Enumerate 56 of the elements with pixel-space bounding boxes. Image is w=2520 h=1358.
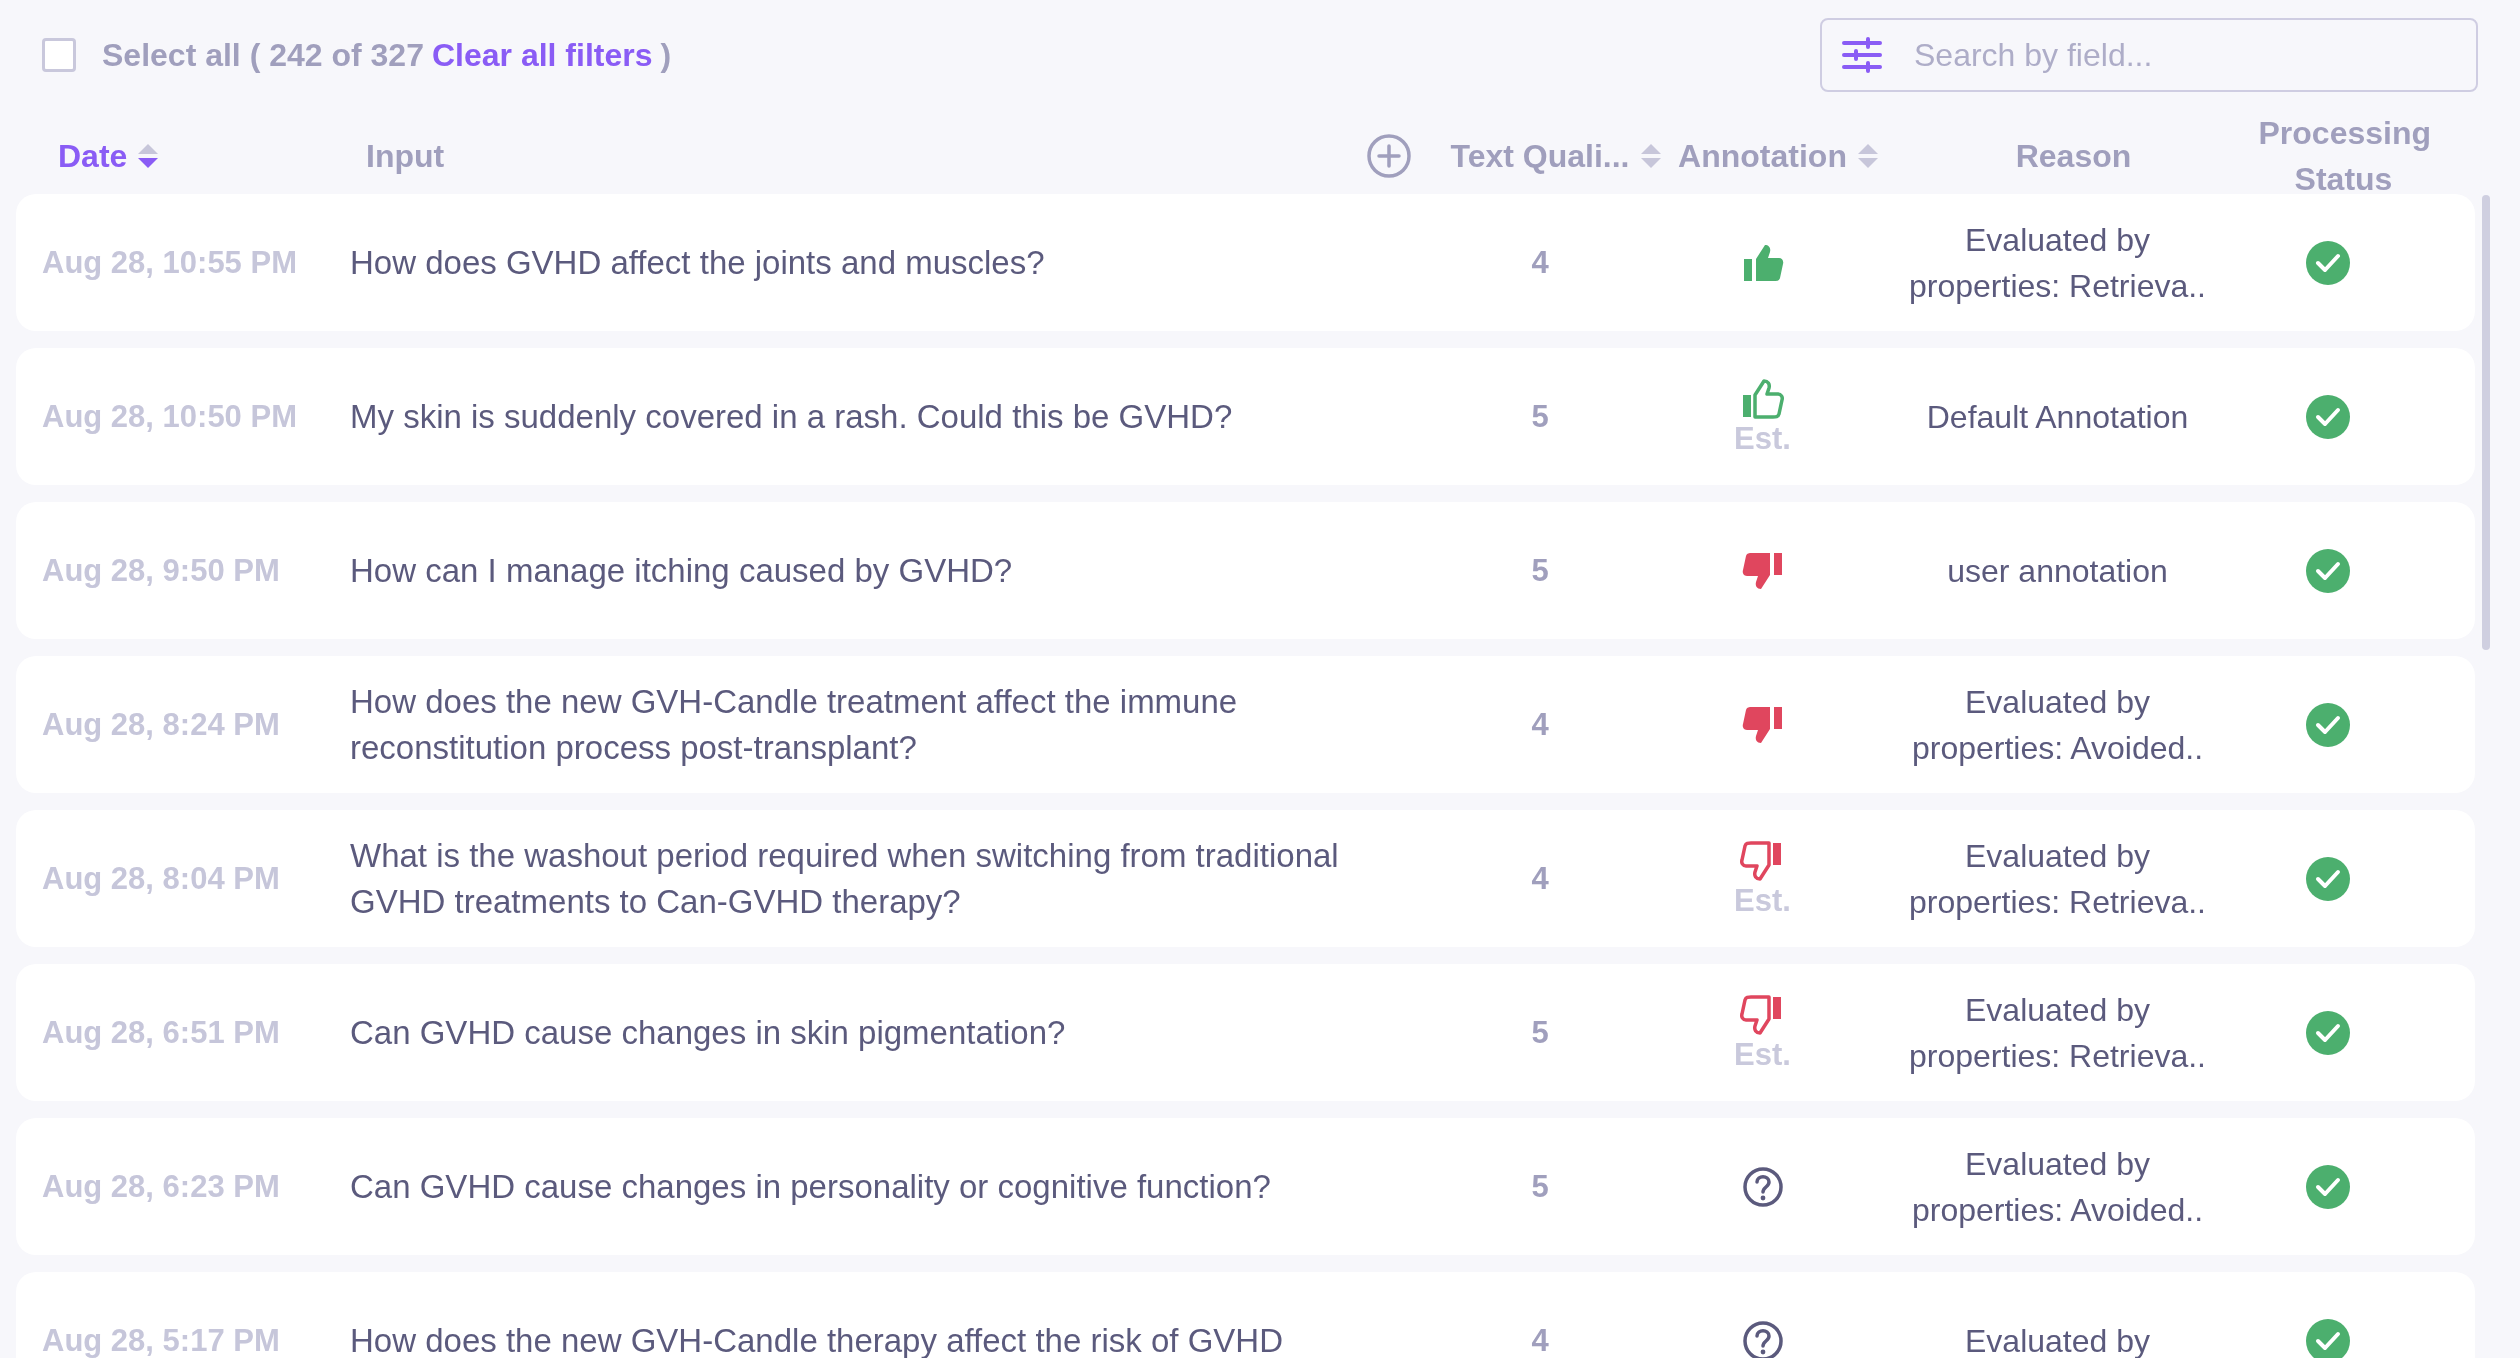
question-icon[interactable]: [1741, 1165, 1784, 1208]
question-icon[interactable]: [1741, 1319, 1784, 1358]
column-header[interactable]: Date: [58, 133, 160, 179]
quality-score: 5: [1531, 552, 1549, 589]
scrollbar[interactable]: [2482, 195, 2490, 650]
input-cell-text: What is the washout period required when switching from traditional GVHD treatments to Can-GVHD therapy?: [350, 835, 1340, 922]
input-cell-text: How can I manage itching caused by GVHD?: [350, 550, 1014, 591]
table-row[interactable]: Aug 28, 6:23 PM Can GVHD cause changes in personality or cognitive function? 5 Evaluated by properties: Avoided..: [16, 1118, 2475, 1255]
sort-icon: [1639, 142, 1662, 170]
quality-score: 5: [1531, 1014, 1549, 1051]
thumbs-up-icon[interactable]: [1740, 376, 1785, 421]
reason-cell-text: Evaluated by properties: Avoided..: [1910, 1144, 2205, 1230]
table-row[interactable]: Aug 28, 5:17 PM How does the new GVH-Candle therapy affect the risk of GVHD 4 Evaluated by: [16, 1272, 2475, 1358]
closing-paren: ): [660, 36, 672, 74]
quality-score: 5: [1531, 1168, 1549, 1205]
input-cell-text: How does the new GVH-Candle treatment affect the immune reconstitution process post-transplant?: [350, 681, 1239, 768]
sort-icon: [1856, 142, 1879, 170]
date-cell-text: Aug 28, 5:17 PM: [42, 1322, 281, 1358]
filter-icon: [1842, 37, 1882, 73]
reason-cell-text: Evaluated by: [1965, 1321, 2150, 1358]
add-column-icon[interactable]: [1366, 133, 1412, 179]
date-cell-text: Aug 28, 6:23 PM: [42, 1168, 281, 1205]
table-row[interactable]: Aug 28, 10:55 PM How does GVHD affect the joints and muscles? 4 Evaluated by properties: Retrieva..: [16, 194, 2475, 331]
input-cell-text: My skin is suddenly covered in a rash. Could this be GVHD?: [350, 396, 1234, 437]
reason-cell-text: Evaluated by properties: Retrieva..: [1908, 990, 2207, 1076]
clear-filters-link[interactable]: Clear all filters: [431, 36, 653, 74]
quality-score: 4: [1531, 1322, 1549, 1358]
reason-cell-text: Evaluated by properties: Retrieva..: [1908, 836, 2207, 922]
input-cell-text: Can GVHD cause changes in personality or cognitive function?: [350, 1166, 1272, 1207]
reason-cell-text: user annotation: [1947, 551, 2168, 591]
quality-score: 5: [1531, 398, 1549, 435]
select-all-label: Select all: [102, 36, 242, 74]
quality-score: 4: [1531, 860, 1549, 897]
date-cell-text: Aug 28, 10:55 PM: [42, 244, 298, 281]
input-cell-text: How does the new GVH-Candle therapy affect the risk of GVHD: [350, 1320, 1284, 1358]
sort-icon: [137, 142, 160, 170]
select-all-checkbox[interactable]: [42, 38, 76, 72]
column-header: Input: [366, 137, 445, 176]
table-row[interactable]: Aug 28, 8:24 PM How does the new GVH-Candle treatment affect the immune reconstitution process post-transplant? 4 Evaluated by properties: Avoided..: [16, 656, 2475, 793]
date-cell-text: Aug 28, 6:51 PM: [42, 1014, 281, 1051]
date-cell-text: Aug 28, 10:50 PM: [42, 398, 298, 435]
quality-score: 4: [1531, 244, 1549, 281]
count-text: ( 242 of 327: [249, 36, 424, 74]
date-cell-text: Aug 28, 9:50 PM: [42, 552, 281, 589]
reason-cell-text: Evaluated by properties: Avoided..: [1910, 682, 2205, 768]
reason-cell-text: Evaluated by properties: Retrieva..: [1908, 220, 2207, 306]
column-header: Reason: [2015, 137, 2132, 176]
search-input[interactable]: Search by field...: [1912, 35, 2456, 75]
date-cell-text: Aug 28, 8:24 PM: [42, 706, 281, 743]
input-cell-text: How does GVHD affect the joints and muscles?: [350, 242, 1046, 283]
input-cell-text: Can GVHD cause changes in skin pigmentation?: [350, 1012, 1067, 1053]
search-field[interactable]: Search by field...: [1820, 18, 2478, 92]
date-cell-text: Aug 28, 8:04 PM: [42, 860, 281, 897]
table-row[interactable]: Aug 28, 9:50 PM How can I manage itching caused by GVHD? 5 user annotation: [16, 502, 2475, 639]
reason-cell-text: Default Annotation: [1926, 397, 2189, 437]
quality-score: 4: [1531, 706, 1549, 743]
